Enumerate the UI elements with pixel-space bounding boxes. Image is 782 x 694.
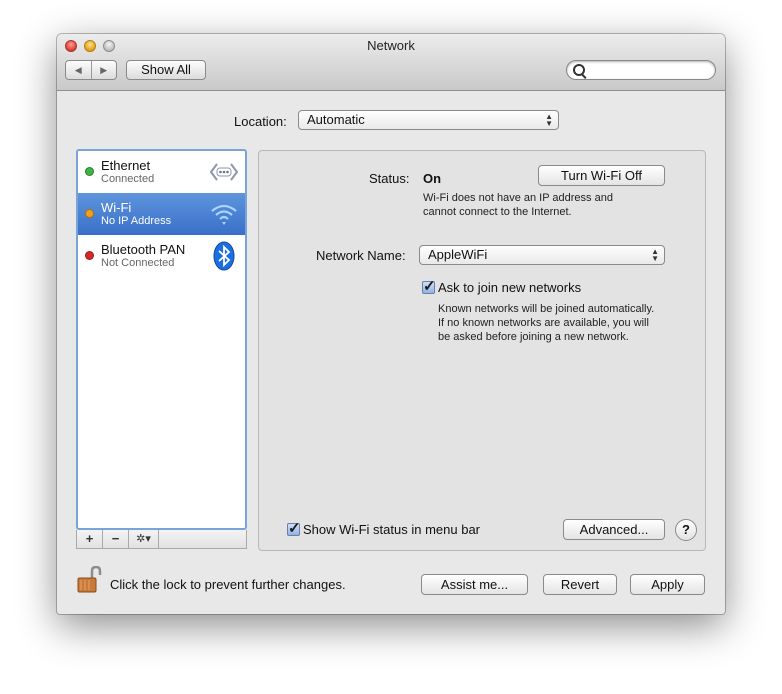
network-name-value: AppleWiFi [428,247,488,262]
back-forward-control: ◀ ▶ [65,60,117,80]
service-name: Ethernet [101,158,151,173]
bluetooth-icon [213,241,235,271]
ethernet-icon [209,163,239,181]
ask-join-checkbox[interactable] [422,277,436,295]
add-service-button[interactable]: + [77,530,103,548]
service-status: Not Connected [101,257,175,269]
search-input[interactable] [566,60,716,80]
turn-wifi-off-button[interactable]: Turn Wi-Fi Off [538,165,665,186]
network-name-label: Network Name: [316,248,406,263]
status-label: Status: [369,171,410,186]
ask-join-description-line-1: Known networks will be joined automatica… [438,303,655,315]
network-name-popup[interactable]: AppleWiFi ▲ ▼ [419,245,665,265]
back-button[interactable]: ◀ [66,61,92,79]
remove-service-button[interactable]: − [103,530,129,548]
service-name: Bluetooth PAN [101,242,186,257]
unlocked-padlock-icon[interactable] [76,566,104,594]
status-dot-orange [85,209,94,218]
service-item-ethernet[interactable]: Ethernet Connected [78,151,245,193]
location-label: Location: [234,114,287,129]
search-icon [573,64,585,76]
location-popup[interactable]: Automatic ▲ ▼ [298,110,559,130]
lock-message: Click the lock to prevent further change… [110,577,346,592]
status-description-line-2: cannot connect to the Internet. [423,206,572,218]
window-title: Network [367,38,415,53]
wifi-icon [211,204,237,225]
popup-arrows-icon: ▲ ▼ [545,112,553,128]
ask-join-description-line-3: be asked before joining a new network. [438,331,629,343]
status-dot-green [85,167,94,176]
location-value: Automatic [307,112,365,127]
service-status: Connected [101,173,155,185]
ask-join-label[interactable]: Ask to join new networks [438,280,581,295]
service-status: No IP Address [101,215,172,227]
apply-button[interactable]: Apply [630,574,705,595]
help-button[interactable]: ? [675,519,697,541]
status-description-line-1: Wi-Fi does not have an IP address and [423,192,613,204]
revert-button[interactable]: Revert [543,574,617,595]
service-name: Wi-Fi [101,200,132,215]
wifi-detail-panel: Status: On Turn Wi-Fi Off Wi-Fi does not… [258,150,706,551]
forward-button[interactable]: ▶ [92,61,117,79]
ask-join-description-line-2: If no known networks are available, you … [438,317,649,329]
action-menu-button[interactable]: ✲▾ [129,530,159,548]
popup-arrows-icon: ▲ ▼ [651,247,659,263]
title-bar: Network ◀ ▶ Show All [57,34,725,91]
show-all-button[interactable]: Show All [126,60,206,80]
assist-me-button[interactable]: Assist me... [421,574,528,595]
service-list-toolbar: + − ✲▾ [76,530,247,549]
advanced-button[interactable]: Advanced... [563,519,665,540]
service-item-bluetooth-pan[interactable]: Bluetooth PAN Not Connected [78,235,245,277]
service-list[interactable]: Ethernet Connected Wi-Fi No IP Address B… [76,149,247,530]
status-value: On [423,171,442,186]
network-preferences-window: Network ◀ ▶ Show All Location: Automatic… [57,34,725,614]
service-item-wifi[interactable]: Wi-Fi No IP Address [78,193,245,235]
show-status-checkbox[interactable] [287,519,301,537]
show-status-label[interactable]: Show Wi-Fi status in menu bar [303,522,480,537]
status-dot-red [85,251,94,260]
